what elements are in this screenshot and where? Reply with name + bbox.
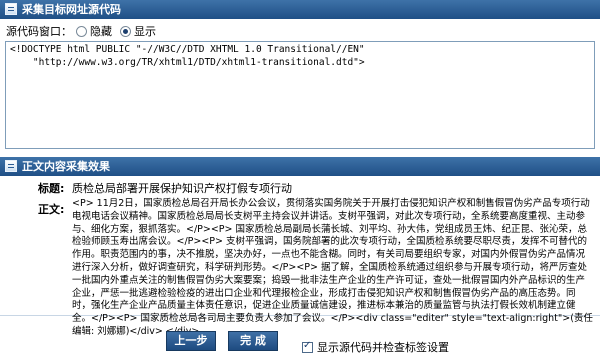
result-content: 标题: 质检总局部署开展保护知识产权打假专项行动 正文: <P> 11月2日，国… [0, 176, 600, 337]
source-panel-header: 采集目标网址源代码 [0, 0, 600, 19]
radio-show[interactable]: 显示 [120, 23, 156, 39]
radio-hide[interactable]: 隐藏 [76, 23, 112, 39]
radio-show-label: 显示 [134, 25, 156, 38]
radio-hide-icon[interactable] [76, 25, 87, 37]
title-label: 标题: [38, 182, 65, 195]
result-panel-header: 正文内容采集效果 [0, 157, 600, 176]
show-source-label: 显示源代码并检查标签设置 [317, 341, 449, 354]
prev-step-button[interactable]: 上一步 [166, 331, 216, 351]
body-value: <P> 11月2日，国家质检总局召开局长办公会议，贯彻落实国务院关于开展打击侵犯… [72, 198, 593, 337]
title-value: 质检总局部署开展保护知识产权打假专项行动 [72, 182, 292, 195]
show-source-checkbox[interactable] [302, 340, 313, 353]
source-panel-title: 采集目标网址源代码 [22, 3, 121, 16]
radio-hide-label: 隐藏 [90, 25, 112, 38]
source-window-label: 源代码窗口： [6, 25, 72, 38]
body-label: 正文: [38, 203, 65, 216]
radio-show-icon[interactable] [120, 25, 131, 37]
show-source-option[interactable]: 显示源代码并检查标签设置 [302, 339, 449, 355]
finish-button[interactable]: 完 成 [228, 331, 278, 351]
source-code-textarea[interactable]: <!DOCTYPE html PUBLIC "-//W3C//DTD XHTML… [5, 41, 595, 149]
panel-icon [5, 3, 17, 15]
result-panel-title: 正文内容采集效果 [22, 160, 110, 173]
panel-icon [5, 160, 17, 172]
source-window-toggle: 源代码窗口： 隐藏 显示 [6, 24, 164, 38]
